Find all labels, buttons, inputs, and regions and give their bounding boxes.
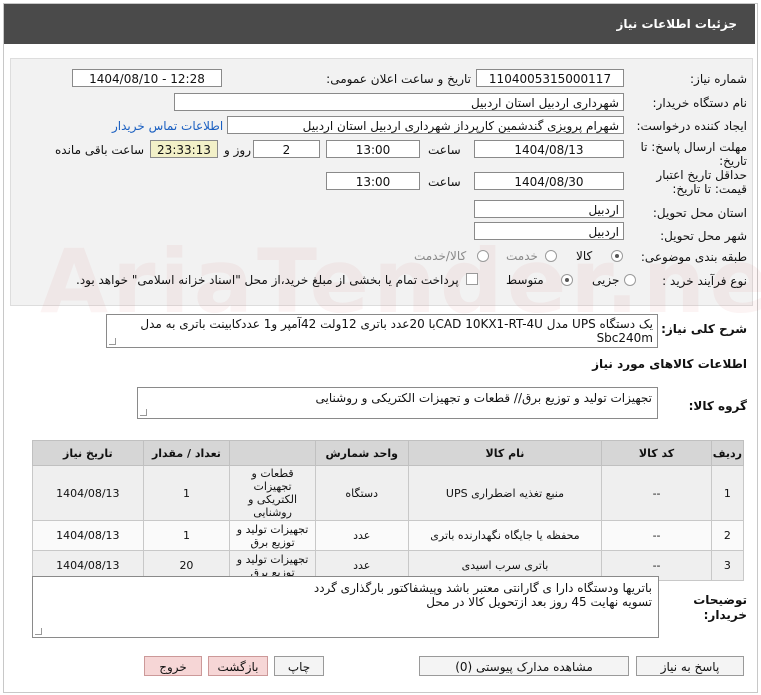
- contact-info-link[interactable]: اطلاعات تماس خریدار: [112, 119, 223, 133]
- category-both-label: کالا/خدمت: [414, 249, 467, 263]
- table-row[interactable]: 1404/08/13 1 قطعات و تجهیزات الکتریکی و …: [32, 465, 745, 521]
- summary-field[interactable]: یک دستگاه UPS مدل CAD 10KX1-RT-4Uبا 20عد…: [106, 314, 658, 348]
- deadline-date-field[interactable]: 1404/08/13: [474, 140, 624, 158]
- validity-label-2: قیمت: تا تاریخ:: [672, 182, 747, 196]
- cell-need-date: 1404/08/13: [32, 465, 144, 521]
- cell-group: قطعات و تجهیزات الکتریکی و روشنایی: [229, 465, 316, 521]
- validity-date-field[interactable]: 1404/08/30: [474, 172, 624, 190]
- buyer-notes-label: توضیحات: [693, 593, 747, 607]
- header-item-code: کد کالا: [601, 440, 712, 466]
- resize-handle[interactable]: [35, 628, 42, 635]
- cell-unit: دستگاه: [314, 465, 409, 521]
- province-label: استان محل تحویل:: [652, 206, 747, 220]
- back-button[interactable]: بازگشت: [208, 656, 268, 676]
- creator-field[interactable]: شهرام پرویزی گندشمین کارپرداز شهرداری ار…: [227, 116, 624, 134]
- cell-item-name: محفظه یا جایگاه نگهدارنده باتری: [407, 520, 603, 551]
- goods-group-field[interactable]: تجهیزات تولید و توزیع برق// قطعات و تجهی…: [137, 387, 658, 419]
- header-need-date: تاریخ نیاز: [32, 440, 144, 466]
- buyer-notes-line-2: تسویه نهایت 45 روز بعد ازتحویل کالا در م…: [426, 595, 652, 609]
- process-partial-radio[interactable]: [624, 274, 636, 286]
- treasury-payment-checkbox[interactable]: [466, 273, 478, 285]
- days-label: روز و: [224, 143, 251, 157]
- deadline-time-label: ساعت: [428, 143, 461, 157]
- header-row-number: ردیف: [710, 440, 745, 466]
- window-title: جزئیات اطلاعات نیاز: [616, 17, 737, 31]
- creator-label: ایجاد کننده درخواست:: [636, 119, 747, 133]
- cell-quantity: 1: [142, 520, 231, 551]
- resize-handle[interactable]: [109, 338, 116, 345]
- process-label: نوع فرآیند خرید :: [662, 274, 747, 288]
- table-header-row: تاریخ نیاز تعداد / مقدار واحد شمارش نام …: [32, 440, 745, 466]
- deadline-label: مهلت ارسال پاسخ: تا: [640, 140, 747, 154]
- cell-group: تجهیزات تولید و توزیع برق: [229, 520, 316, 551]
- cell-unit: عدد: [314, 520, 409, 551]
- cell-item-code: --: [601, 520, 712, 551]
- deadline-time-field[interactable]: 13:00: [326, 140, 420, 158]
- need-number-field[interactable]: 1104005315000117: [476, 69, 624, 87]
- resize-handle[interactable]: [140, 409, 147, 416]
- summary-label: شرح کلی نیاز:: [661, 322, 747, 336]
- summary-text: یک دستگاه UPS مدل CAD 10KX1-RT-4Uبا 20عد…: [140, 317, 653, 345]
- need-number-label: شماره نیاز:: [690, 72, 747, 86]
- category-label: طبقه بندی موضوعی:: [640, 250, 747, 264]
- remaining-label: ساعت باقی مانده: [55, 143, 145, 157]
- print-button[interactable]: چاپ: [274, 656, 324, 676]
- cell-need-date: 1404/08/13: [32, 520, 144, 551]
- city-field[interactable]: اردبیل: [474, 222, 624, 240]
- buyer-notes-line-1: باتریها ودستگاه دارا ی گارانتی معتبر باش…: [313, 581, 652, 595]
- treasury-payment-text: پرداخت تمام یا بخشی از مبلغ خرید،از محل …: [76, 273, 459, 287]
- remaining-time-field: 23:33:13: [150, 140, 218, 158]
- title-bar: جزئیات اطلاعات نیاز: [4, 4, 755, 44]
- category-goods-label: کالا: [576, 249, 593, 263]
- validity-time-label: ساعت: [428, 175, 461, 189]
- cell-item-name: منبع تغذیه اضطراری UPS: [407, 465, 603, 521]
- buyer-org-field[interactable]: شهرداری اردبیل استان اردبیل: [174, 93, 624, 111]
- buyer-org-label: نام دستگاه خریدار:: [652, 96, 748, 110]
- process-partial-label: جزیی: [592, 273, 620, 287]
- header-group: [229, 440, 316, 466]
- process-medium-label: متوسط: [506, 273, 544, 287]
- header-unit: واحد شمارش: [314, 440, 409, 466]
- goods-group-text: تجهیزات تولید و توزیع برق// قطعات و تجهی…: [315, 391, 652, 405]
- cell-item-code: --: [601, 465, 712, 521]
- cell-row-number: 2: [710, 520, 745, 551]
- city-label: شهر محل تحویل:: [660, 229, 747, 243]
- validity-time-field[interactable]: 13:00: [326, 172, 420, 190]
- cell-row-number: 1: [710, 465, 745, 521]
- cell-quantity: 1: [142, 465, 231, 521]
- items-table: تاریخ نیاز تعداد / مقدار واحد شمارش نام …: [32, 440, 745, 581]
- goods-info-title: اطلاعات کالاهای مورد نیاز: [592, 357, 747, 371]
- buyer-notes-field[interactable]: باتریها ودستگاه دارا ی گارانتی معتبر باش…: [32, 576, 659, 638]
- goods-group-label: گروه کالا:: [688, 399, 747, 413]
- category-both-radio[interactable]: [477, 250, 489, 262]
- exit-button[interactable]: خروج: [144, 656, 202, 676]
- buyer-notes-label-2: خریدار:: [703, 608, 747, 622]
- cell-row-number: 3: [710, 550, 745, 581]
- header-quantity: تعداد / مقدار: [142, 440, 231, 466]
- table-row[interactable]: 1404/08/13 1 تجهیزات تولید و توزیع برق ع…: [32, 520, 745, 551]
- announce-label: تاریخ و ساعت اعلان عمومی:: [326, 72, 471, 86]
- category-service-radio[interactable]: [545, 250, 557, 262]
- province-field[interactable]: اردبیل: [474, 200, 624, 218]
- days-field[interactable]: 2: [253, 140, 320, 158]
- category-service-label: خدمت: [506, 249, 538, 263]
- deadline-label-2: تاریخ:: [719, 154, 747, 168]
- header-item-name: نام کالا: [407, 440, 603, 466]
- announce-field[interactable]: 1404/08/10 - 12:28: [72, 69, 222, 87]
- validity-label: حداقل تاریخ اعتبار: [656, 168, 747, 182]
- reply-button[interactable]: پاسخ به نیاز: [636, 656, 744, 676]
- process-medium-radio[interactable]: [561, 274, 573, 286]
- view-attachments-button[interactable]: مشاهده مدارک پیوستی (0): [419, 656, 629, 676]
- category-goods-radio[interactable]: [611, 250, 623, 262]
